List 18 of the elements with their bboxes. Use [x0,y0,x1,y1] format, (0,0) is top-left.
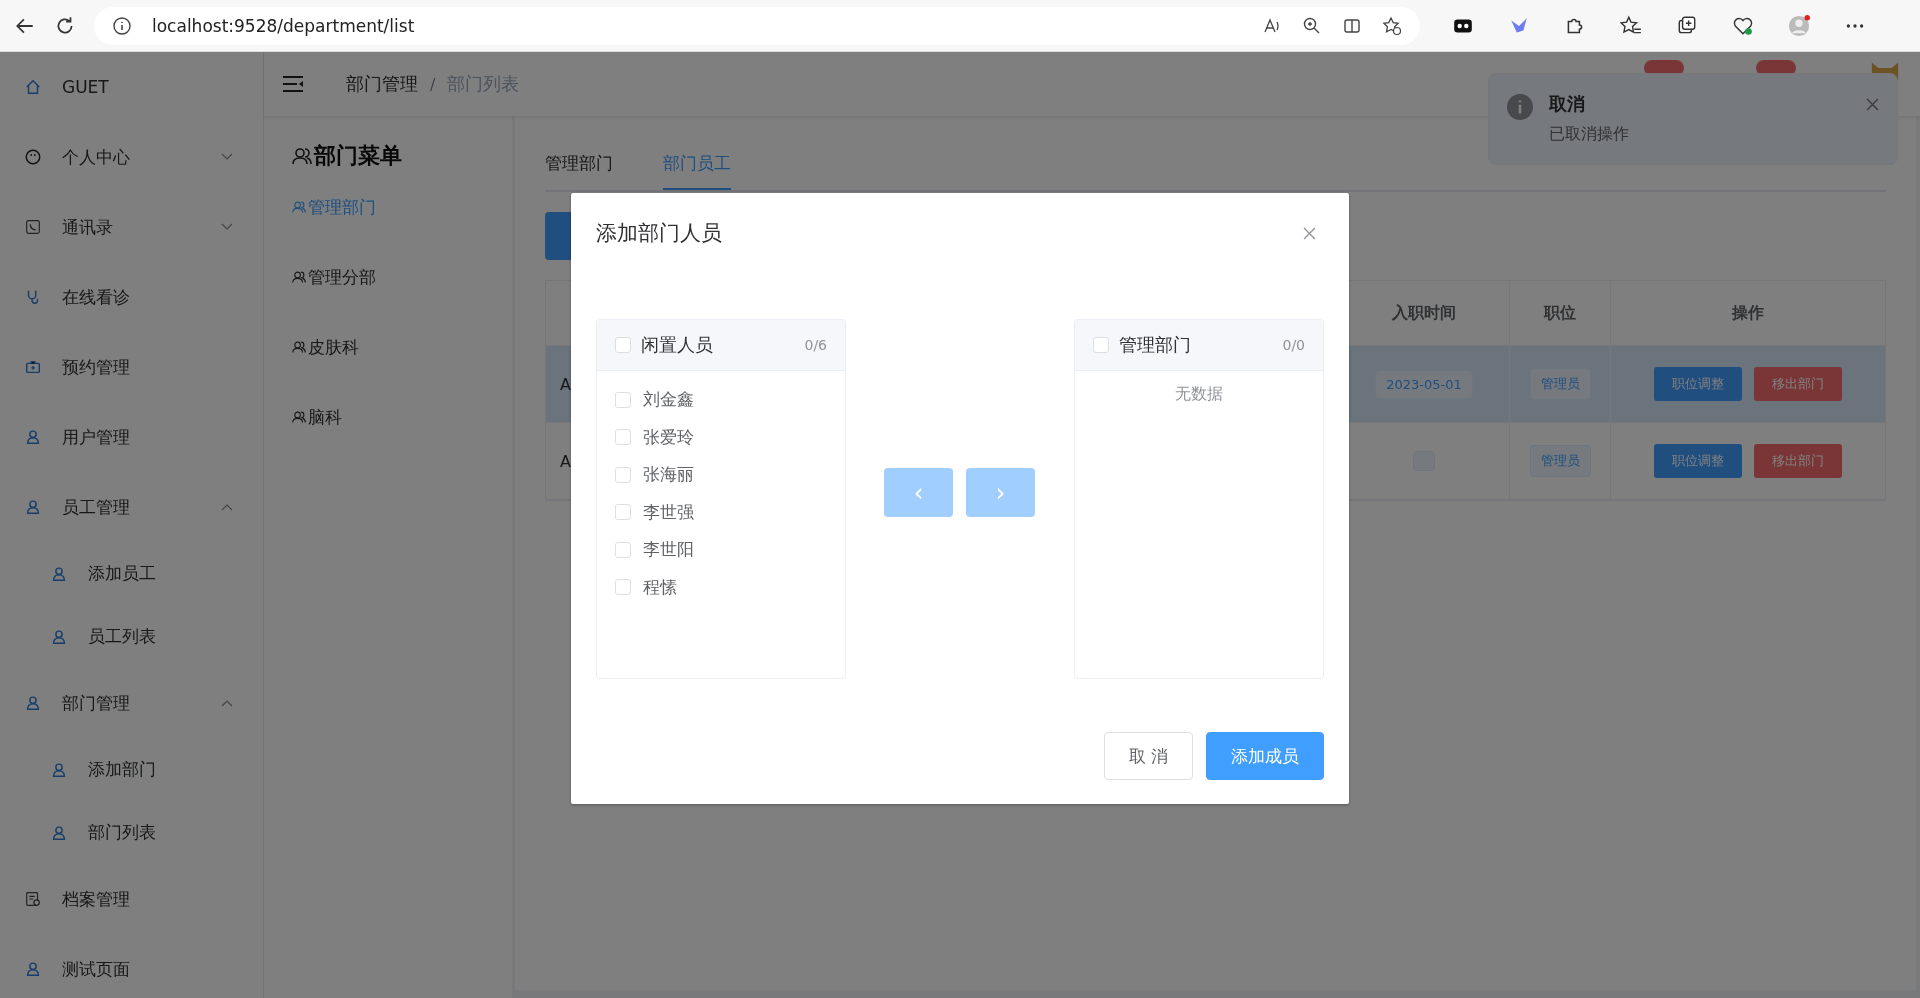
selection-count: 0/6 [804,337,827,353]
panel-title: 管理部门 [1119,333,1192,357]
dialog-title: 添加部门人员 [596,220,722,247]
position-tag: 管理员 [1529,445,1591,477]
empty-text: 无数据 [1174,383,1224,405]
position-tag: 管理员 [1529,368,1591,400]
panel-title: 部门菜单 [314,142,402,170]
column-header: 职位 [1510,281,1611,345]
table-cell: A [560,374,571,394]
breadcrumb-separator: / [430,74,436,94]
panel-title: 闲置人员 [641,333,714,357]
selection-count: 0/0 [1282,337,1305,353]
date-tag: 2023-05-01 [1375,369,1473,399]
column-header: 操作 [1730,301,1765,324]
toast-title: 取消 [1549,92,1586,116]
toast-message: 已取消操作 [1549,124,1630,145]
url-text: localhost:9528/department/list [152,15,415,36]
table-cell: A [560,451,571,471]
